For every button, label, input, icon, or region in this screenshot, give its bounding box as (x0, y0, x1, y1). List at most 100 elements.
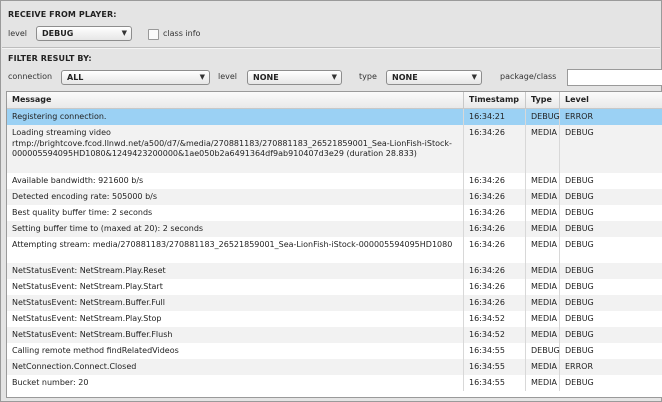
cell-timestamp: 16:34:26 (464, 279, 526, 295)
cell-level: DEBUG (565, 298, 594, 307)
connection-value: ALL (67, 73, 84, 82)
table-row[interactable]: Bucket number: 20 16:34:55 MEDIA DEBUG (7, 375, 662, 391)
cell-timestamp: 16:34:26 (464, 221, 526, 237)
cell-message: NetConnection.Connect.Closed (7, 359, 464, 375)
table-row[interactable]: Loading streaming video rtmp://brightcov… (7, 125, 662, 173)
table-row[interactable]: Attempting stream: media/270881183/27088… (7, 237, 662, 263)
connection-label: connection (8, 72, 53, 81)
table-row[interactable]: NetStatusEvent: NetStream.Buffer.Flush 16… (7, 327, 662, 343)
filter-level-value: NONE (253, 73, 279, 82)
cell-level: DEBUG (565, 378, 594, 387)
grid-header: Message Timestamp Type Level (7, 92, 662, 109)
column-header-level[interactable]: Level (560, 92, 662, 108)
table-row[interactable]: Available bandwidth: 921600 b/s 16:34:26 M… (7, 173, 662, 189)
table-row[interactable]: NetStatusEvent: NetStream.Play.Start 16:3… (7, 279, 662, 295)
cell-level: DEBUG (565, 266, 594, 275)
package-class-input[interactable] (567, 69, 662, 86)
cell-level: ERROR (565, 112, 594, 121)
table-row[interactable]: Best quality buffer time: 2 seconds 16:34… (7, 205, 662, 221)
cell-timestamp: 16:34:52 (464, 327, 526, 343)
cell-timestamp: 16:34:26 (464, 173, 526, 189)
cell-message: Available bandwidth: 921600 b/s (7, 173, 464, 189)
cell-level: DEBUG (565, 176, 594, 185)
log-grid: Message Timestamp Type Level Registering… (6, 91, 662, 398)
cell-message: Registering connection. (7, 109, 464, 125)
table-row[interactable]: Registering connection. 16:34:21 DEBUG ERRO… (7, 109, 662, 125)
cell-type: DEBUG (526, 343, 560, 359)
table-row[interactable]: NetConnection.Connect.Closed 16:34:55 MEDI… (7, 359, 662, 375)
cell-timestamp: 16:34:26 (464, 263, 526, 279)
cell-level: DEBUG (565, 330, 594, 339)
section-divider (2, 47, 660, 49)
cell-type: MEDIA (526, 375, 560, 391)
cell-timestamp: 16:34:55 (464, 359, 526, 375)
filter-level-select[interactable]: NONE ▼ (247, 70, 342, 85)
table-row[interactable]: Setting buffer time to (maxed at 20): 2 … (7, 221, 662, 237)
receive-section-title: RECEIVE FROM PLAYER: (8, 10, 117, 19)
cell-message: NetStatusEvent: NetStream.Play.Stop (7, 311, 464, 327)
log-viewer-window: RECEIVE FROM PLAYER: level DEBUG ▼ class… (0, 0, 662, 402)
cell-type: MEDIA (526, 205, 560, 221)
cell-message: NetStatusEvent: NetStream.Play.Start (7, 279, 464, 295)
connection-select[interactable]: ALL ▼ (61, 70, 210, 85)
table-row[interactable]: Detected encoding rate: 505000 b/s 16:34:… (7, 189, 662, 205)
cell-message: NetStatusEvent: NetStream.Play.Reset (7, 263, 464, 279)
cell-message: Bucket number: 20 (7, 375, 464, 391)
table-row[interactable]: NetStatusEvent: NetStream.Play.Reset 16:3… (7, 263, 662, 279)
type-select[interactable]: NONE ▼ (386, 70, 482, 85)
cell-message: Detected encoding rate: 505000 b/s (7, 189, 464, 205)
cell-level: DEBUG (565, 282, 594, 291)
cell-timestamp: 16:34:26 (464, 295, 526, 311)
cell-type: MEDIA (526, 237, 560, 263)
filter-section-title: FILTER RESULT BY: (8, 54, 92, 63)
cell-type: MEDIA (526, 279, 560, 295)
receive-level-select[interactable]: DEBUG ▼ (36, 26, 132, 41)
cell-type: MEDIA (526, 189, 560, 205)
cell-type: MEDIA (526, 263, 560, 279)
cell-type: MEDIA (526, 125, 560, 173)
package-class-label: package/class (500, 72, 557, 81)
cell-level: DEBUG (565, 240, 594, 249)
cell-message: Loading streaming video rtmp://brightcov… (7, 125, 464, 173)
cell-type: MEDIA (526, 327, 560, 343)
cell-type: MEDIA (526, 173, 560, 189)
column-header-message[interactable]: Message (7, 92, 464, 108)
cell-level: DEBUG (565, 224, 594, 233)
cell-level: DEBUG (565, 128, 594, 137)
chevron-down-icon: ▼ (121, 29, 127, 37)
cell-timestamp: 16:34:26 (464, 237, 526, 263)
cell-level: DEBUG (565, 314, 594, 323)
type-label: type (359, 72, 377, 81)
cell-type: MEDIA (526, 295, 560, 311)
column-header-timestamp[interactable]: Timestamp (464, 92, 526, 108)
cell-level: DEBUG (565, 346, 594, 355)
table-row[interactable]: NetStatusEvent: NetStream.Buffer.Full 16:… (7, 295, 662, 311)
column-header-type[interactable]: Type (526, 92, 560, 108)
cell-timestamp: 16:34:26 (464, 189, 526, 205)
cell-timestamp: 16:34:26 (464, 205, 526, 221)
table-row[interactable]: NetStatusEvent: NetStream.Play.Stop 16:34… (7, 311, 662, 327)
class-info-checkbox[interactable] (148, 29, 159, 40)
cell-level: DEBUG (565, 208, 594, 217)
cell-timestamp: 16:34:55 (464, 343, 526, 359)
cell-level: ERROR (565, 362, 594, 371)
cell-message: NetStatusEvent: NetStream.Buffer.Full (7, 295, 464, 311)
chevron-down-icon: ▼ (471, 73, 477, 81)
filter-level-label: level (218, 72, 238, 81)
table-row[interactable]: Calling remote method findRelatedVideos 1… (7, 343, 662, 359)
receive-level-label: level (8, 29, 28, 38)
receive-level-value: DEBUG (42, 29, 74, 38)
cell-type: DEBUG (526, 109, 560, 125)
chevron-down-icon: ▼ (331, 73, 337, 81)
cell-message: Attempting stream: media/270881183/27088… (7, 237, 464, 263)
cell-message: Setting buffer time to (maxed at 20): 2 … (7, 221, 464, 237)
cell-message: Best quality buffer time: 2 seconds (7, 205, 464, 221)
cell-timestamp: 16:34:52 (464, 311, 526, 327)
chevron-down-icon: ▼ (199, 73, 205, 81)
cell-timestamp: 16:34:26 (464, 125, 526, 173)
cell-type: MEDIA (526, 359, 560, 375)
type-value: NONE (392, 73, 418, 82)
cell-type: MEDIA (526, 311, 560, 327)
cell-level: DEBUG (565, 192, 594, 201)
class-info-label: class info (163, 29, 201, 38)
